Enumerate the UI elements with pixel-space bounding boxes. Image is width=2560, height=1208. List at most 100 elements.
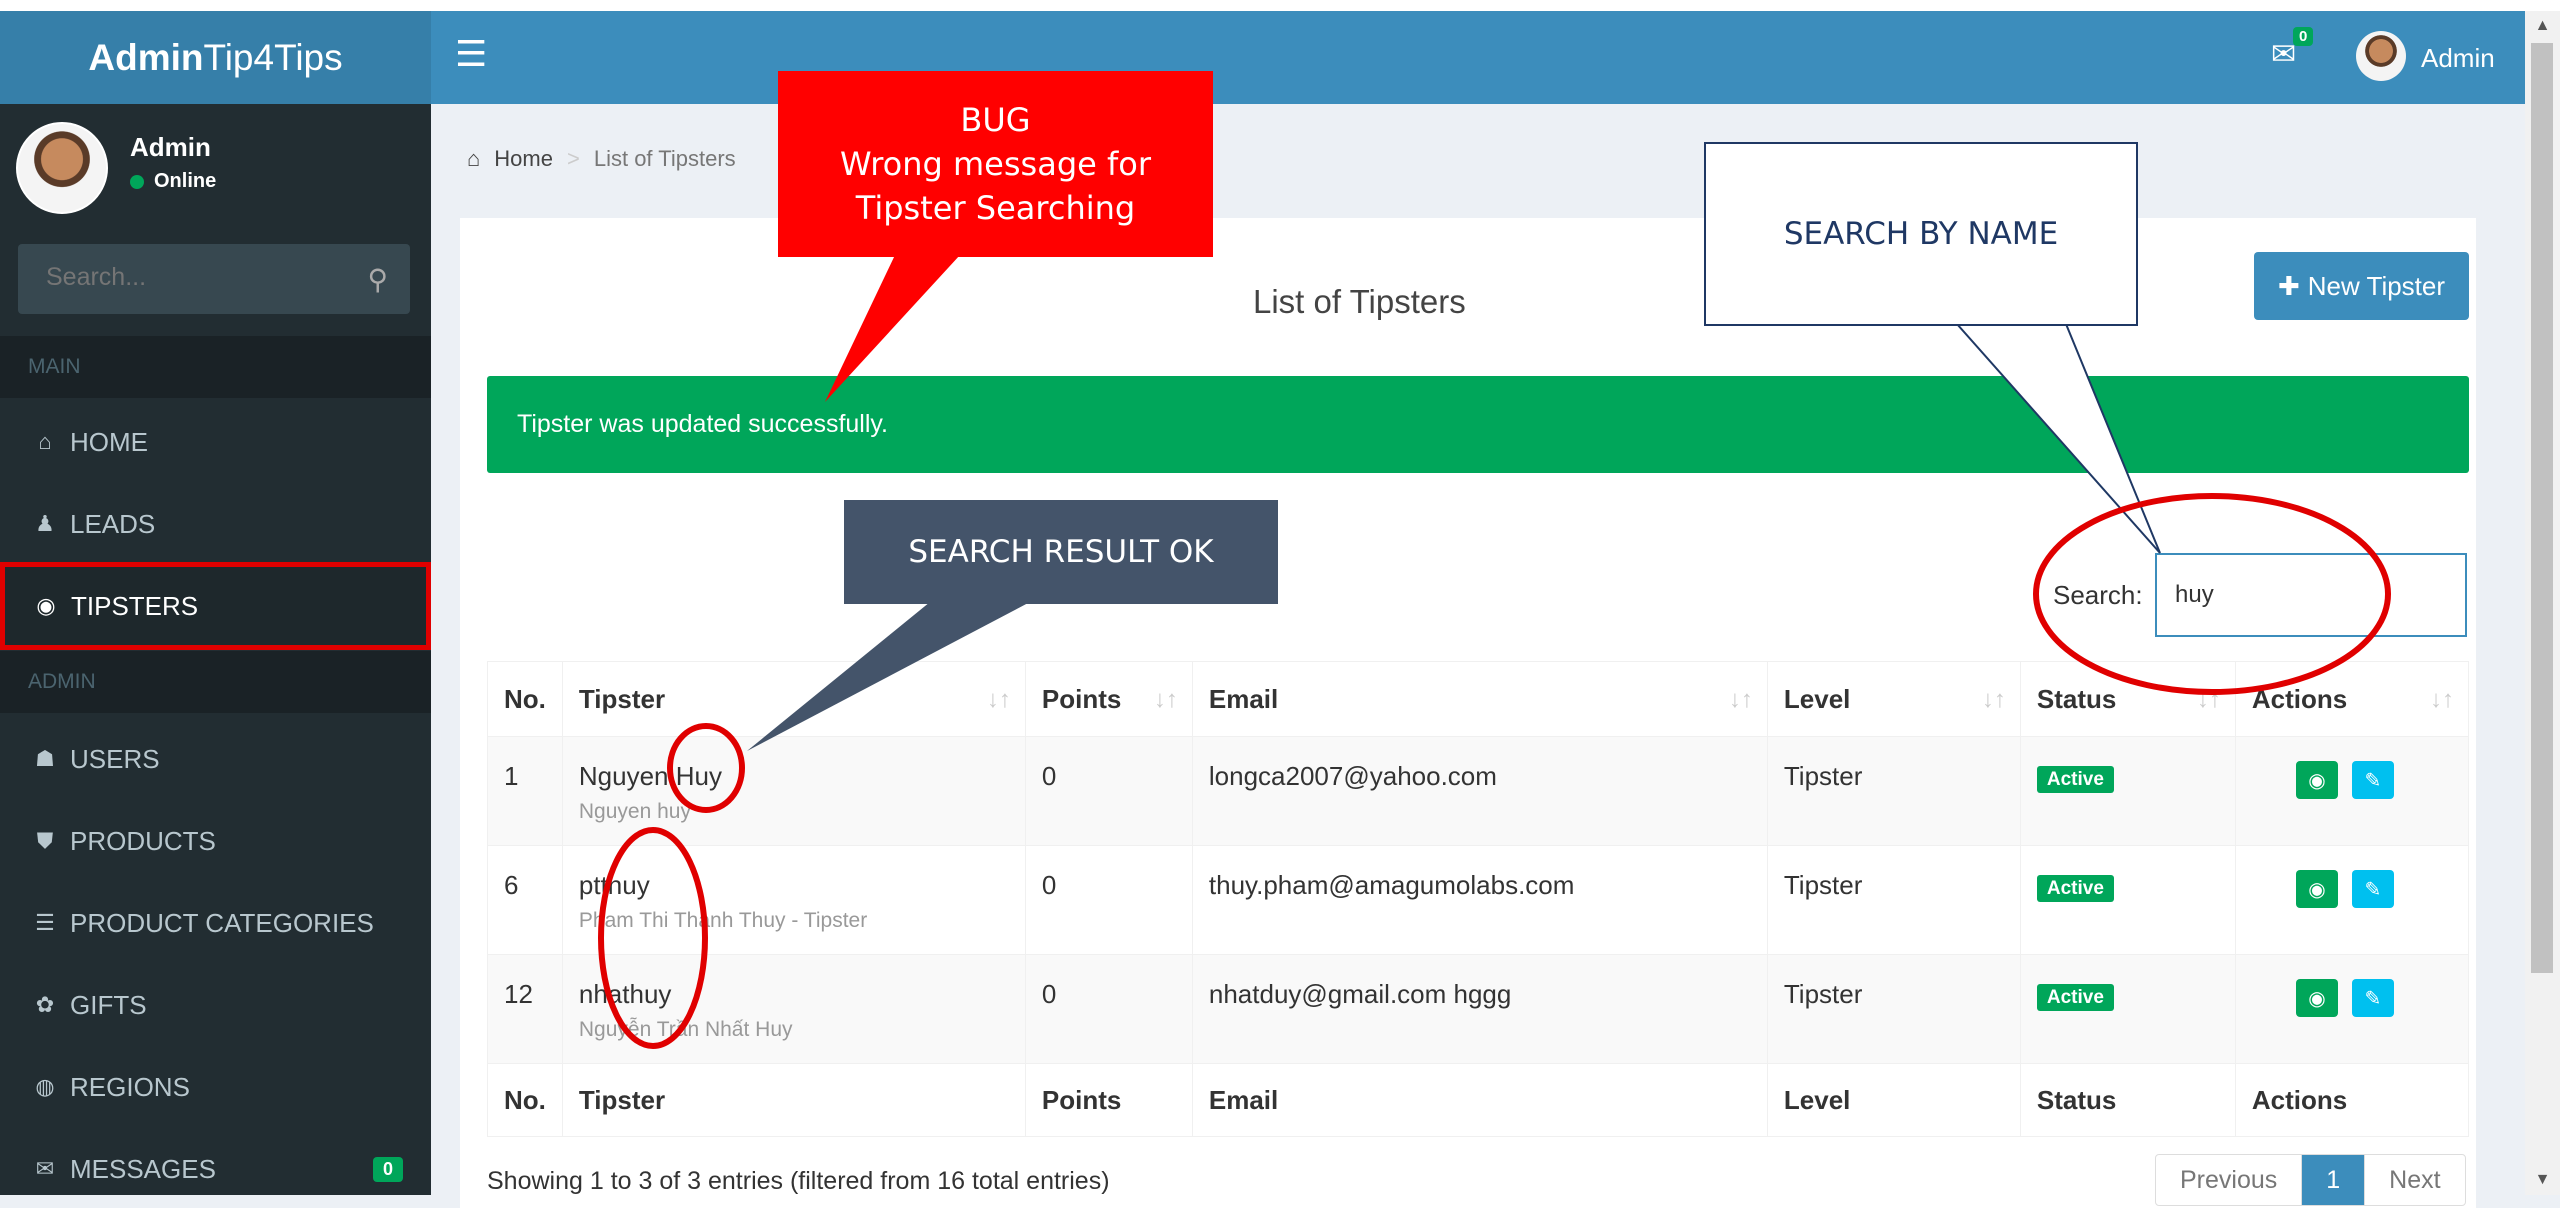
sidebar-item-users[interactable]: ☗ USERS <box>0 720 431 798</box>
column-header-status[interactable]: Status ↓↑ <box>2019 661 2236 737</box>
cell-actions: ◉ ✎ <box>2234 845 2470 955</box>
search-icon[interactable]: ⚲ <box>367 263 388 296</box>
scrollbar-thumb[interactable] <box>2531 43 2553 973</box>
mail-count-badge: 0 <box>2293 27 2314 46</box>
edit-pencil-icon[interactable]: ✎ <box>2351 761 2394 799</box>
sort-icon: ↓↑ <box>1981 686 2006 713</box>
avatar[interactable] <box>2356 31 2406 81</box>
sidebar-item-home[interactable]: ⌂ HOME <box>0 403 431 481</box>
sidebar-item-label: HOME <box>70 426 148 457</box>
bug-callout-line3: Tipster Searching <box>855 189 1136 227</box>
cell-email: longca2007@yahoo.com <box>1191 736 1768 846</box>
edit-pencil-icon[interactable]: ✎ <box>2351 870 2394 908</box>
cell-status: Active <box>2019 736 2236 846</box>
table-row: 6 ptthuy Pham Thi Thanh Thuy - Tipster 0 … <box>487 845 2470 955</box>
sort-icon: ↓↑ <box>1153 686 1178 713</box>
cell-level: Tipster <box>1766 954 2021 1064</box>
column-header-points[interactable]: Points ↓↑ <box>1024 661 1193 737</box>
sidebar-item-tipsters[interactable]: ◉ TIPSTERS <box>0 562 431 650</box>
sort-icon: ↓↑ <box>2196 686 2221 713</box>
search-input[interactable] <box>2155 553 2467 637</box>
table-info: Showing 1 to 3 of 3 entries (filtered fr… <box>487 1167 1110 1195</box>
sidebar-item-products[interactable]: ⛊ PRODUCTS <box>0 802 431 880</box>
footer-tipster: Tipster <box>561 1063 1026 1137</box>
scroll-up-icon[interactable]: ▲ <box>2525 11 2560 41</box>
cell-no: 6 <box>487 845 563 955</box>
cell-level: Tipster <box>1766 845 2021 955</box>
sidebar-item-label: PRODUCT CATEGORIES <box>70 907 374 938</box>
page-title: List of Tipsters <box>1253 283 1466 320</box>
sidebar-item-product-categories[interactable]: ☰ PRODUCT CATEGORIES <box>0 884 431 962</box>
search-label: Search: <box>2053 580 2143 610</box>
page-1-button[interactable]: 1 <box>2302 1155 2366 1205</box>
user-menu[interactable]: Admin <box>2421 43 2495 74</box>
table-row: 12 nhathuy Nguyễn Trần Nhất Huy 0 nhatduy… <box>487 954 2470 1064</box>
footer-status: Status <box>2019 1063 2236 1137</box>
tipster-fullname: Nguyễn Trần Nhất Huy <box>578 1018 793 1041</box>
envelope-icon: ✉ <box>35 1156 55 1181</box>
breadcrumb-separator: > <box>566 146 580 171</box>
user-panel: Admin Online <box>0 104 431 234</box>
sidebar-search-input[interactable] <box>44 262 348 293</box>
new-tipster-label: New Tipster <box>2307 270 2446 301</box>
tipster-name: nhathuy <box>578 979 672 1009</box>
shield-icon: ⛊ <box>36 828 54 853</box>
view-eye-icon[interactable]: ◉ <box>2295 761 2338 799</box>
breadcrumb-home[interactable]: Home <box>494 146 553 172</box>
bug-callout-line2: Wrong message for <box>840 145 1151 183</box>
column-header-tipster[interactable]: Tipster ↓↑ <box>561 661 1026 737</box>
view-eye-icon[interactable]: ◉ <box>2295 870 2338 908</box>
user-status: Online <box>130 170 216 193</box>
search-result-callout: SEARCH RESULT OK <box>844 500 1278 604</box>
status-badge: Active <box>2036 984 2114 1011</box>
column-header-level[interactable]: Level ↓↑ <box>1766 661 2021 737</box>
cell-points: 0 <box>1024 954 1193 1064</box>
status-badge: Active <box>2036 875 2114 902</box>
vertical-scrollbar[interactable]: ▲ ▼ <box>2525 11 2560 1195</box>
tipsters-table: No. Tipster ↓↑ Points ↓↑ Email ↓↑ Level ↓↑ S… <box>487 661 2470 1137</box>
scroll-down-icon[interactable]: ▼ <box>2525 1165 2560 1195</box>
breadcrumb-current: List of Tipsters <box>593 146 736 171</box>
sidebar-search: ⚲ <box>18 244 410 314</box>
column-header-no[interactable]: No. <box>487 661 563 737</box>
next-page-button[interactable]: Next <box>2365 1155 2464 1205</box>
footer-points: Points <box>1024 1063 1193 1137</box>
eye-icon: ◉ <box>36 593 56 618</box>
home-icon: ⌂ <box>38 429 52 454</box>
sidebar-item-gifts[interactable]: ✿ GIFTS <box>0 966 431 1044</box>
footer-level: Level <box>1766 1063 2021 1137</box>
globe-icon: ◍ <box>35 1074 55 1099</box>
footer-no: No. <box>487 1063 563 1137</box>
view-eye-icon[interactable]: ◉ <box>2295 979 2338 1017</box>
plus-icon: ✚ <box>2277 270 2300 301</box>
app-logo[interactable]: Admin Tip4Tips <box>0 11 431 104</box>
sort-icon: ↓↑ <box>2430 686 2454 713</box>
logo-rest: Tip4Tips <box>203 36 343 78</box>
tipster-name: ptthuy <box>578 870 650 900</box>
previous-page-button[interactable]: Previous <box>2156 1155 2303 1205</box>
cell-actions: ◉ ✎ <box>2234 736 2470 846</box>
sidebar-item-label: REGIONS <box>70 1071 190 1102</box>
sort-icon: ↓↑ <box>986 686 1011 713</box>
column-header-email[interactable]: Email ↓↑ <box>1191 661 1768 737</box>
user-name: Admin <box>130 132 211 162</box>
sidebar-item-label: GIFTS <box>70 989 147 1020</box>
success-alert: Tipster was updated successfully. <box>487 376 2469 473</box>
sidebar-item-regions[interactable]: ◍ REGIONS <box>0 1048 431 1126</box>
column-header-actions[interactable]: Actions ↓↑ <box>2234 661 2470 737</box>
avatar <box>16 122 108 214</box>
sort-icon: ↓↑ <box>1728 686 1753 713</box>
gift-icon: ✿ <box>35 992 55 1017</box>
tipster-name: Nguyen Huy <box>578 761 722 791</box>
status-badge: Active <box>2036 766 2114 793</box>
sidebar-item-leads[interactable]: ♟ LEADS <box>0 485 431 563</box>
cell-status: Active <box>2019 954 2236 1064</box>
messages-count-badge: 0 <box>372 1156 403 1182</box>
menu-toggle-icon[interactable]: ☰ <box>455 33 487 75</box>
online-dot-icon <box>130 174 144 189</box>
new-tipster-button[interactable]: ✚ New Tipster <box>2254 252 2469 320</box>
edit-pencil-icon[interactable]: ✎ <box>2351 979 2394 1017</box>
home-icon: ⌂ <box>467 146 481 171</box>
sidebar-item-messages[interactable]: ✉ MESSAGES 0 <box>0 1130 431 1208</box>
pagination: Previous 1 Next <box>2155 1154 2466 1206</box>
